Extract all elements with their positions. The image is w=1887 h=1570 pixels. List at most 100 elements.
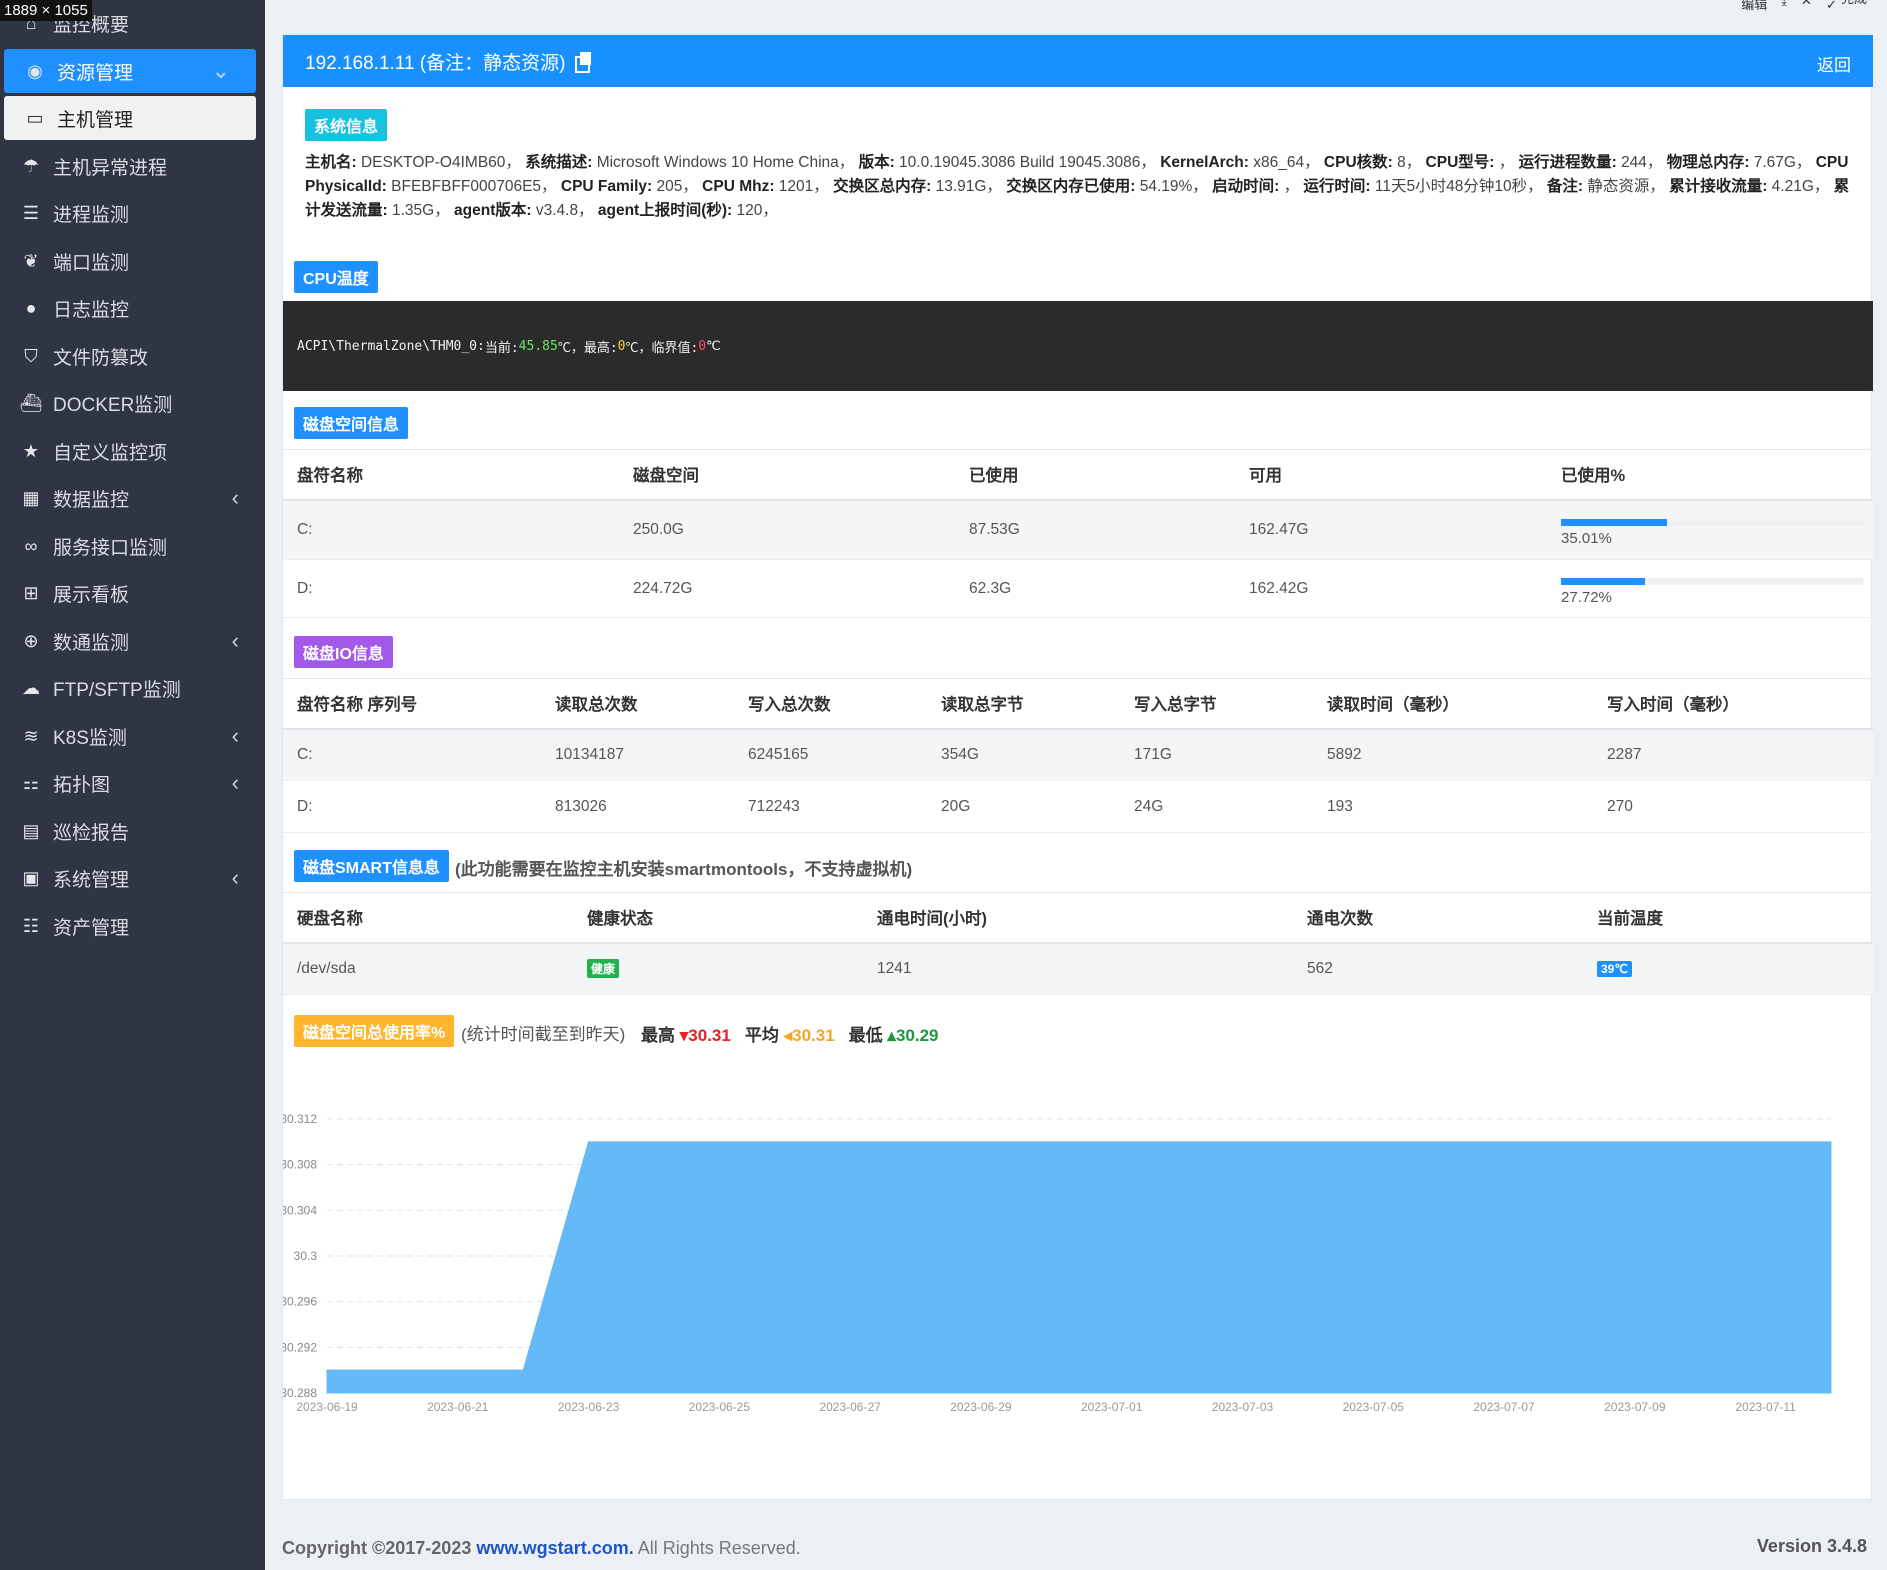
thermal-zone: ACPI\ThermalZone\THM0_0: — [297, 338, 485, 354]
sidebar-item-label: 资产管理 — [53, 917, 130, 939]
temperature-badge: 39℃ — [1597, 960, 1632, 977]
back-button[interactable]: 返回 — [1817, 51, 1851, 76]
temp-crit-value: 0 — [698, 338, 707, 354]
x-tick-label: 2023-07-11 — [1735, 1400, 1796, 1414]
usage-progress-bar — [1561, 577, 1863, 585]
cell: 354G — [927, 728, 1120, 781]
sidebar-item-resources[interactable]: ◉ 资源管理 ⌄ — [4, 49, 256, 93]
link-icon: ∞ — [24, 535, 38, 556]
hostname-value: DESKTOP-O4IMB60， — [356, 154, 521, 171]
done-label: 完成 — [1841, 0, 1867, 7]
sidebar-item-network[interactable]: ⊕ 数通监测 ‹ — [0, 618, 265, 664]
sidebar-item-system[interactable]: ▣ 系统管理 ‹ — [0, 855, 265, 901]
cell: 270 — [1593, 780, 1873, 833]
edit-button[interactable]: 编辑 — [1741, 0, 1767, 13]
sidebar-item-log[interactable]: ● 日志监控 — [0, 285, 265, 331]
chevron-down-icon: ⌄ — [211, 58, 230, 83]
mhz-value: 1201， — [774, 178, 829, 195]
health-cell: 健康 — [573, 942, 863, 995]
sidebar-item-label: 巡检报告 — [53, 822, 130, 844]
col-header: 写入时间（毫秒） — [1593, 678, 1873, 730]
sidebar-item-hosts[interactable]: ▭ 主机管理 — [4, 96, 256, 140]
system-info-tag: 系统信息 — [305, 109, 388, 141]
sidebar-item-custom[interactable]: ★ 自定义监控项 — [0, 428, 265, 474]
col-header: 读取总次数 — [541, 678, 734, 730]
sidebar-item-report[interactable]: ▤ 巡检报告 — [0, 808, 265, 854]
disk-io-table: 盘符名称 序列号 读取总次数 写入总次数 读取总字节 写入总字节 读取时间（毫秒… — [283, 678, 1873, 833]
table-row: /dev/sda 健康 1241 562 39℃ — [283, 942, 1873, 995]
sidebar-item-port[interactable]: ❦ 端口监测 — [0, 238, 265, 284]
temp-cell: 39℃ — [1583, 942, 1873, 995]
y-tick-label: 30.308 — [283, 1158, 317, 1172]
rights-text: All Rights Reserved. — [633, 1538, 801, 1558]
sidebar-item-label: 服务接口监测 — [53, 537, 168, 559]
max-label: 最高 — [641, 1026, 675, 1045]
cloud-upload-icon: ☁ — [22, 677, 40, 698]
sidebar-item-process[interactable]: ☰ 进程监测 — [0, 190, 265, 236]
col-header: 写入总次数 — [734, 678, 927, 730]
swap-label: 交换区总内存: — [833, 178, 932, 195]
monitor-icon: ▭ — [26, 107, 44, 128]
x-tick-label: 2023-06-29 — [950, 1400, 1012, 1414]
x-tick-label: 2023-07-09 — [1604, 1400, 1666, 1414]
sidebar-item-abnormal-process[interactable]: ☂ 主机异常进程 — [0, 143, 265, 189]
usage-percent: 27.72% — [1561, 588, 1612, 606]
x-tick-label: 2023-06-25 — [689, 1400, 751, 1414]
y-tick-label: 30.288 — [283, 1386, 317, 1400]
col-header: 已使用 — [955, 449, 1235, 501]
col-header: 当前温度 — [1583, 892, 1873, 944]
report-interval-label: agent上报时间(秒): — [597, 202, 733, 219]
sidebar-item-label: 资源管理 — [57, 62, 134, 84]
triangle-down-icon: ▾ — [679, 1026, 689, 1045]
cell: 6245165 — [734, 728, 927, 781]
temp-max-value: 0 — [617, 338, 626, 354]
col-header: 健康状态 — [573, 892, 863, 944]
screenshot-size-label: 1889 × 1055 — [0, 0, 92, 21]
docker-icon: ⛴ — [19, 392, 43, 413]
max-value: 30.31 — [688, 1026, 731, 1045]
cpu-temp-console: ACPI\ThermalZone\THM0_0: 当前: 45.85 ℃，最高:… — [283, 301, 1873, 391]
area-series — [326, 1141, 1832, 1394]
usage-stats: 最高 ▾30.31 平均 ◂30.31 最低 ▴30.29 — [641, 1021, 938, 1046]
cell: 10134187 — [541, 728, 734, 781]
sidebar-item-k8s[interactable]: ≋ K8S监测 ‹ — [0, 713, 265, 759]
sidebar-item-label: 文件防篡改 — [53, 347, 149, 369]
uptime-label: 运行时间: — [1303, 178, 1371, 195]
chevron-left-icon: ‹ — [231, 770, 239, 795]
swap-value: 13.91G， — [931, 178, 1002, 195]
col-header: 读取总字节 — [927, 678, 1120, 730]
table-row: D: 813026 712243 20G 24G 193 270 — [283, 780, 1873, 833]
sidebar-item-topology[interactable]: ⚏ 拓扑图 ‹ — [0, 760, 265, 806]
cell: 162.47G — [1235, 499, 1547, 560]
chevron-left-icon: ‹ — [231, 865, 239, 890]
desc-label: 系统描述: — [525, 154, 593, 171]
y-tick-label: 30.296 — [283, 1295, 317, 1309]
globe-icon: ⊕ — [23, 630, 39, 651]
col-header: 已使用% — [1547, 449, 1873, 501]
smart-note: (此功能需要在监控主机安装smartmontools，不支持虚拟机) — [455, 860, 913, 879]
close-icon[interactable]: ✕ — [1801, 0, 1812, 9]
sidebar-item-docker[interactable]: ⛴ DOCKER监测 — [0, 380, 265, 426]
cell: 2287 — [1593, 728, 1873, 781]
copy-icon[interactable] — [575, 52, 592, 73]
sidebar-item-file-integrity[interactable]: ⛉ 文件防篡改 — [0, 333, 265, 379]
health-badge: 健康 — [587, 959, 620, 979]
sidebar-item-api[interactable]: ∞ 服务接口监测 — [0, 523, 265, 569]
usage-progress-fill — [1561, 577, 1645, 585]
mem-value: 7.67G， — [1749, 154, 1812, 171]
note-value: 静态资源， — [1583, 178, 1665, 195]
sidebar-item-ftp[interactable]: ☁ FTP/SFTP监测 — [0, 665, 265, 711]
sidebar-item-assets[interactable]: ☷ 资产管理 — [0, 903, 265, 949]
boot-label: 启动时间: — [1212, 178, 1280, 195]
family-label: CPU Family: — [560, 178, 653, 195]
col-header: 硬盘名称 — [283, 892, 573, 944]
download-icon[interactable]: ⤓ — [1781, 0, 1787, 9]
sidebar-item-dashboard[interactable]: ⊞ 展示看板 — [0, 570, 265, 616]
physid-value: BFEBFBFF000706E5， — [386, 178, 557, 195]
col-header: 通电时间(小时) — [863, 892, 1293, 944]
site-link[interactable]: www.wgstart.com. — [476, 1538, 633, 1558]
sidebar-item-data-monitor[interactable]: ▦ 数据监控 ‹ — [0, 475, 265, 521]
procs-label: 运行进程数量: — [1518, 154, 1617, 171]
panel-header: 192.168.1.11 (备注：静态资源) 返回 — [283, 35, 1873, 87]
done-button[interactable]: ✓ 完成 — [1826, 0, 1867, 13]
